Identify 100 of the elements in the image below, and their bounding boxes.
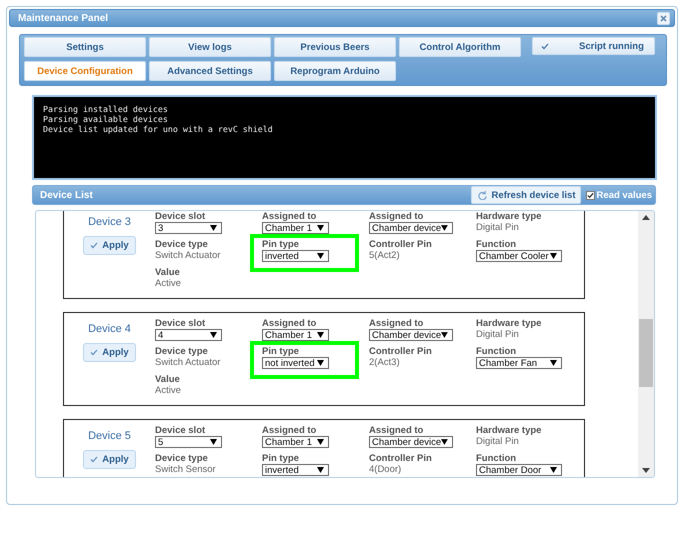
tab[interactable]: Previous Beers bbox=[274, 37, 396, 57]
field-label: Pin type bbox=[262, 453, 300, 464]
field-label: Assigned to bbox=[262, 318, 318, 329]
field-value: 2(Act3) bbox=[369, 357, 401, 369]
scrollbar[interactable] bbox=[638, 211, 654, 477]
caret-icon bbox=[317, 332, 324, 338]
refresh-icon bbox=[478, 190, 487, 200]
caret-icon bbox=[210, 225, 217, 231]
field-label: Value bbox=[155, 374, 181, 385]
check-icon bbox=[541, 42, 549, 50]
check-icon bbox=[90, 242, 98, 249]
field-value: Switch Actuator bbox=[155, 250, 222, 262]
field-label: Device type bbox=[155, 453, 209, 464]
close-button[interactable] bbox=[657, 12, 670, 24]
console-line: Device list updated for uno with a revC shield bbox=[43, 124, 274, 134]
field-label: Controller Pin bbox=[369, 239, 433, 250]
field-label: Controller Pin bbox=[369, 453, 433, 464]
console-line: Parsing available devices bbox=[43, 114, 169, 124]
field-label: Device slot bbox=[155, 425, 206, 436]
checkbox-label: Read values bbox=[596, 190, 652, 200]
section-title: Device List bbox=[40, 190, 94, 200]
field-value: Digital Pin bbox=[476, 222, 520, 234]
window-title: Maintenance Panel bbox=[18, 12, 108, 24]
field-label: Assigned to bbox=[369, 425, 424, 436]
tab[interactable]: Reprogram Arduino bbox=[274, 61, 396, 81]
field-label: Assigned to bbox=[369, 318, 424, 329]
tab[interactable]: Control Algorithm bbox=[399, 37, 521, 57]
device-name: Device 4 bbox=[88, 323, 131, 335]
caret-icon bbox=[441, 225, 448, 231]
field-label: Hardware type bbox=[476, 425, 542, 436]
check-icon bbox=[90, 456, 98, 463]
dropdown[interactable]: inverted bbox=[262, 250, 329, 262]
field-label: Function bbox=[476, 239, 518, 250]
apply-button[interactable]: Apply bbox=[83, 236, 136, 255]
device-name: Device 5 bbox=[88, 430, 131, 442]
dropdown[interactable]: Chamber device bbox=[369, 222, 453, 234]
check-icon bbox=[90, 349, 98, 356]
dropdown[interactable]: Chamber device bbox=[369, 436, 453, 448]
console-line: Parsing installed devices bbox=[43, 104, 169, 114]
field-label: Function bbox=[476, 453, 518, 464]
dropdown[interactable]: Chamber 1 bbox=[262, 222, 329, 234]
dropdown[interactable]: 4 bbox=[155, 329, 222, 341]
scroll-thumb[interactable] bbox=[639, 319, 653, 387]
dropdown[interactable]: Chamber device bbox=[369, 329, 453, 341]
field-label: Hardware type bbox=[476, 318, 542, 329]
scroll-up-icon[interactable] bbox=[642, 215, 650, 220]
device-name: Device 3 bbox=[88, 216, 131, 228]
caret-icon bbox=[317, 439, 324, 445]
dropdown[interactable]: inverted bbox=[262, 464, 329, 476]
field-label: Device type bbox=[155, 239, 209, 250]
tab[interactable]: Advanced Settings bbox=[149, 61, 271, 81]
dropdown[interactable]: Chamber 1 bbox=[262, 329, 329, 341]
caret-icon bbox=[210, 439, 217, 445]
tab[interactable]: View logs bbox=[149, 37, 271, 57]
caret-icon bbox=[550, 360, 557, 366]
caret-icon bbox=[441, 439, 448, 445]
caret-icon bbox=[317, 253, 324, 259]
field-label: Pin type bbox=[262, 346, 300, 357]
caret-icon bbox=[210, 332, 217, 338]
caret-icon bbox=[441, 332, 448, 338]
field-label: Controller Pin bbox=[369, 346, 433, 357]
scroll-down-icon[interactable] bbox=[642, 468, 650, 473]
apply-button[interactable]: Apply bbox=[83, 450, 136, 469]
caret-icon bbox=[317, 225, 324, 231]
dropdown[interactable]: 3 bbox=[155, 222, 222, 234]
field-value: Digital Pin bbox=[476, 436, 520, 448]
field-label: Device slot bbox=[155, 318, 206, 329]
dropdown[interactable]: Chamber Door bbox=[476, 464, 562, 476]
field-label: Device type bbox=[155, 346, 209, 357]
apply-button[interactable]: Apply bbox=[83, 343, 136, 362]
field-label: Hardware type bbox=[476, 211, 542, 222]
caret-icon bbox=[317, 467, 324, 473]
field-value: Active bbox=[155, 385, 182, 397]
field-value: Active bbox=[155, 278, 182, 290]
caret-icon bbox=[550, 253, 557, 259]
dropdown[interactable]: Chamber Fan bbox=[476, 357, 562, 369]
field-label: Device slot bbox=[155, 211, 206, 222]
field-label: Function bbox=[476, 346, 518, 357]
caret-icon bbox=[317, 360, 324, 366]
field-label: Pin type bbox=[262, 239, 300, 250]
field-value: Digital Pin bbox=[476, 329, 520, 341]
caret-icon bbox=[550, 467, 557, 473]
tab[interactable]: Settings bbox=[24, 37, 146, 57]
refresh-button[interactable]: Refresh device list bbox=[470, 186, 581, 204]
read-values-checkbox[interactable] bbox=[586, 190, 595, 200]
field-value: 4(Door) bbox=[369, 464, 402, 476]
field-value: 5(Act2) bbox=[369, 250, 401, 262]
field-label: Assigned to bbox=[369, 211, 424, 222]
dropdown[interactable]: 5 bbox=[155, 436, 222, 448]
field-label: Assigned to bbox=[262, 211, 318, 222]
dropdown[interactable]: Chamber 1 bbox=[262, 436, 329, 448]
check-icon bbox=[586, 192, 594, 198]
dropdown[interactable]: not inverted bbox=[262, 357, 329, 369]
close-icon bbox=[660, 14, 667, 22]
script-status-button[interactable]: Script running bbox=[532, 37, 655, 55]
field-value: Switch Actuator bbox=[155, 357, 222, 369]
field-label: Assigned to bbox=[262, 425, 318, 436]
field-value: Switch Sensor bbox=[155, 464, 217, 476]
dropdown[interactable]: Chamber Cooler bbox=[476, 250, 562, 262]
field-label: Value bbox=[155, 267, 181, 278]
